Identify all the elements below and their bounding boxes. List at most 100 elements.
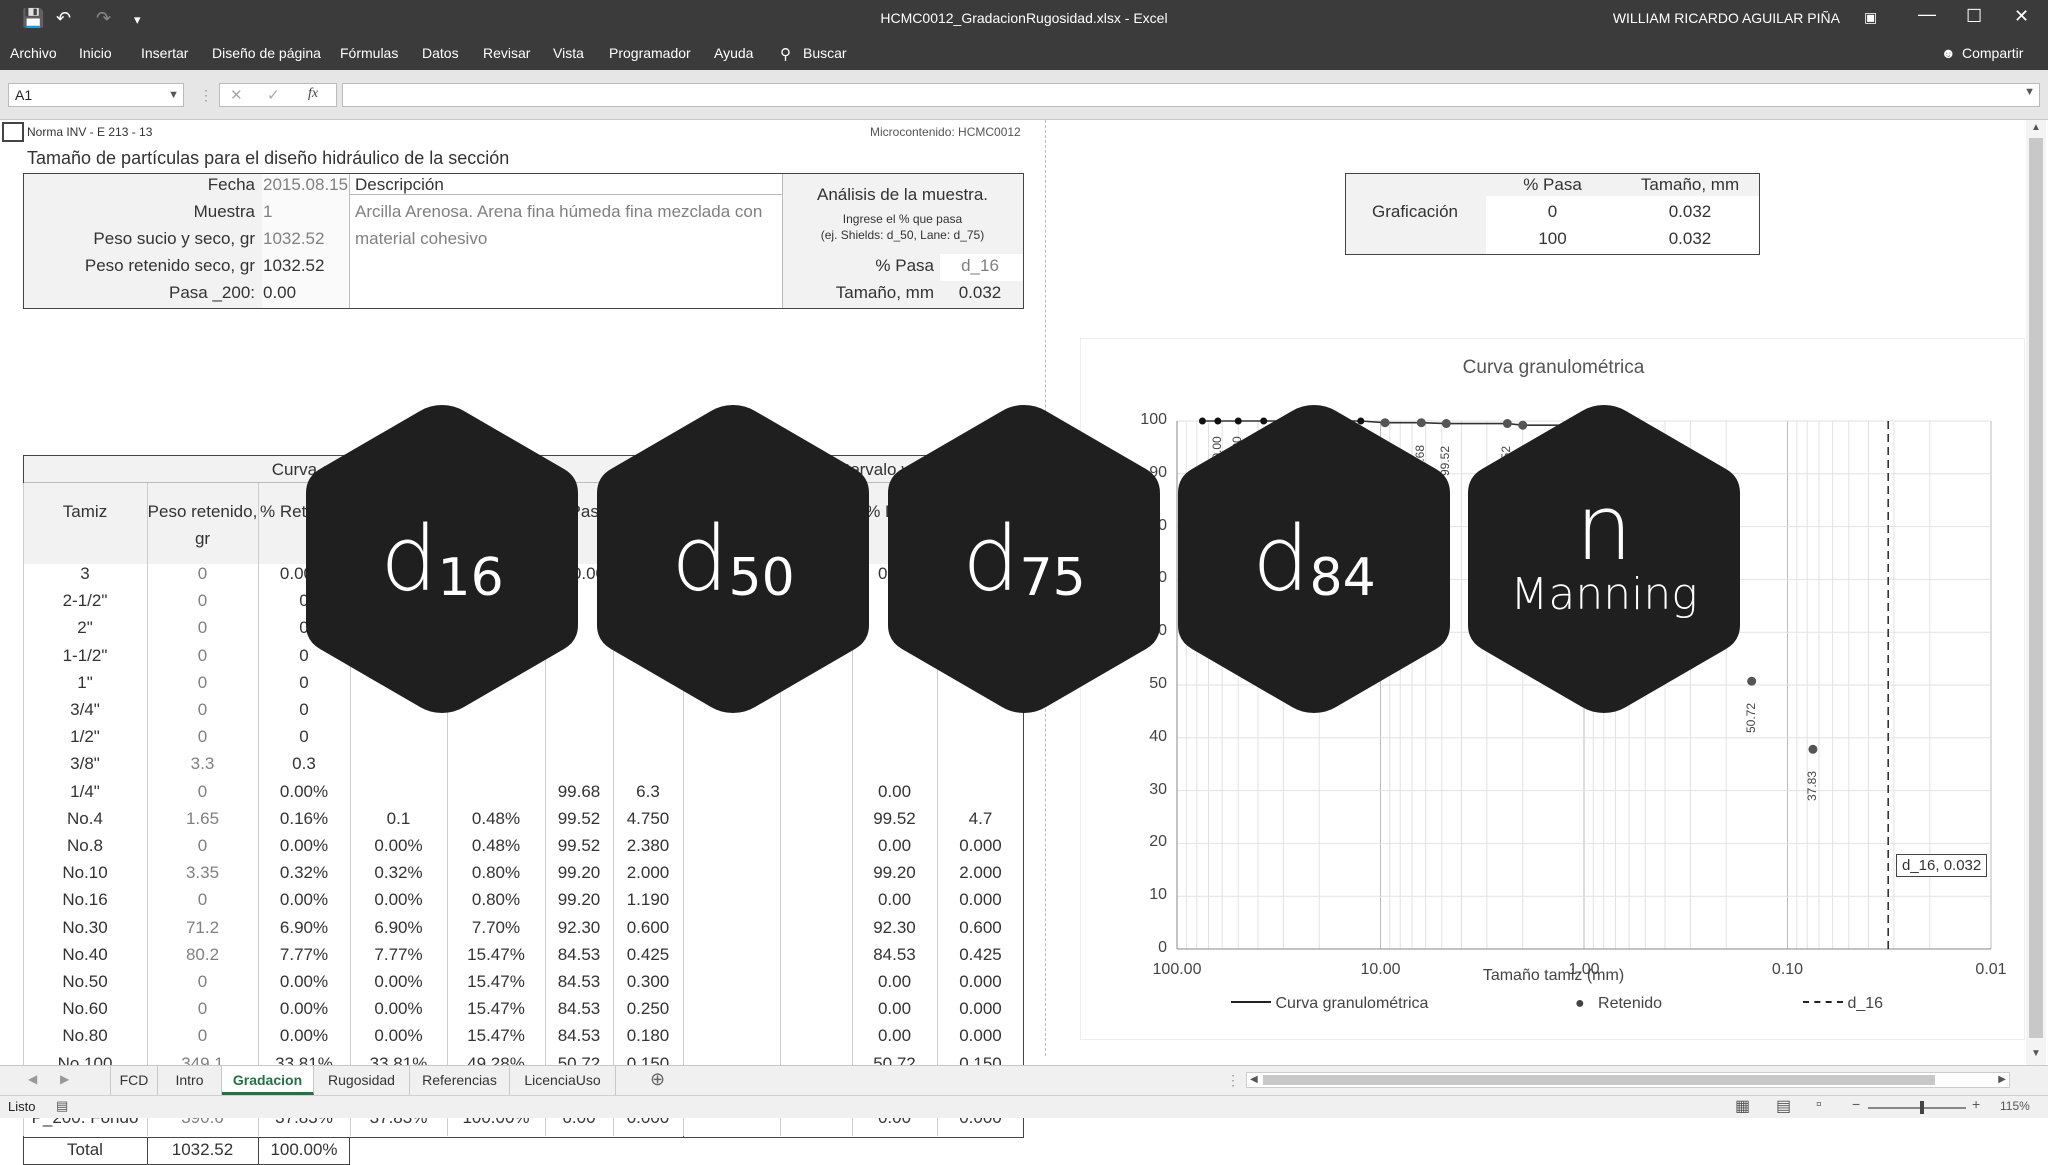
page-break-view-icon[interactable]: ▫ <box>1816 1096 1822 1114</box>
muestra-value[interactable]: 1 <box>263 202 272 222</box>
sheet-tab-intro[interactable]: Intro <box>158 1066 222 1095</box>
table-cell[interactable]: 3/8" <box>23 754 147 774</box>
h-scroll-thumb[interactable] <box>1263 1075 1935 1085</box>
scroll-down-icon[interactable]: ▼ <box>2031 1048 2041 1059</box>
table-cell[interactable]: 0 <box>147 646 258 666</box>
table-cell[interactable]: 0 <box>147 591 258 611</box>
table-cell[interactable]: No.40 <box>23 945 147 965</box>
table-cell[interactable]: 4.7 <box>937 809 1024 829</box>
table-cell[interactable]: 0 <box>147 618 258 638</box>
table-cell[interactable]: 15.47% <box>447 972 545 992</box>
expand-formula-icon[interactable]: ▼ <box>2024 86 2035 98</box>
table-cell[interactable]: 0.000 <box>937 972 1024 992</box>
table-cell[interactable]: 0.00 <box>852 972 937 992</box>
zoom-slider-thumb[interactable] <box>1920 1101 1924 1114</box>
normal-view-icon[interactable]: ▦ <box>1735 1096 1750 1116</box>
table-cell[interactable]: 0.3 <box>258 754 350 774</box>
pasa-input[interactable]: d_16 <box>940 256 1020 276</box>
desc-line-1[interactable]: Arcilla Arenosa. Arena fina húmeda fina … <box>355 202 762 222</box>
table-cell[interactable]: 71.2 <box>147 918 258 938</box>
table-cell[interactable]: 0.80% <box>447 863 545 883</box>
zoom-in-icon[interactable]: + <box>1972 1096 1980 1112</box>
table-cell[interactable]: 0 <box>147 564 258 584</box>
sheet-tab-licenciauso[interactable]: LicenciaUso <box>510 1066 616 1095</box>
table-cell[interactable]: 6.90% <box>350 918 447 938</box>
table-cell[interactable]: 3.35 <box>147 863 258 883</box>
table-cell[interactable]: 99.20 <box>545 863 613 883</box>
scroll-right-icon[interactable]: ▶ <box>1998 1074 2006 1085</box>
table-cell[interactable]: 0.00 <box>852 1026 937 1046</box>
table-cell[interactable]: 6.3 <box>613 782 683 802</box>
total-cell[interactable]: Total <box>23 1140 147 1160</box>
sheet-tab-referencias[interactable]: Referencias <box>410 1066 510 1095</box>
table-cell[interactable]: 0.00 <box>852 890 937 910</box>
table-cell[interactable]: 0.000 <box>937 836 1024 856</box>
horizontal-scrollbar[interactable]: ◀ ▶ <box>1246 1072 2010 1088</box>
peso-sucio-value[interactable]: 1032.52 <box>263 229 324 249</box>
table-cell[interactable]: 99.52 <box>852 809 937 829</box>
table-cell[interactable]: 2.380 <box>613 836 683 856</box>
table-cell[interactable]: No.10 <box>23 863 147 883</box>
sheet-tab-fcd[interactable]: FCD <box>110 1066 158 1095</box>
table-cell[interactable]: 99.52 <box>545 809 613 829</box>
table-cell[interactable]: 1/2" <box>23 727 147 747</box>
tab-archivo[interactable]: Archivo <box>10 45 57 61</box>
table-cell[interactable]: No.8 <box>23 836 147 856</box>
table-cell[interactable]: 0 <box>147 890 258 910</box>
scroll-left-icon[interactable]: ◀ <box>1250 1074 1258 1085</box>
name-box[interactable]: A1 ▼ <box>8 83 184 107</box>
zoom-slider[interactable] <box>1868 1107 1966 1109</box>
minimize-icon[interactable]: — <box>1918 4 1936 25</box>
table-cell[interactable]: 0.00% <box>258 836 350 856</box>
worksheet[interactable]: Norma INV - E 213 - 13 Microcontenido: H… <box>0 120 2048 1165</box>
total-cell[interactable]: 100.00% <box>258 1140 350 1160</box>
table-cell[interactable]: 0.32% <box>258 863 350 883</box>
table-cell[interactable]: 0.00% <box>258 782 350 802</box>
table-cell[interactable]: 0 <box>147 673 258 693</box>
table-cell[interactable]: 84.53 <box>545 1026 613 1046</box>
table-cell[interactable]: 99.20 <box>852 863 937 883</box>
tab-programador[interactable]: Programador <box>609 45 691 61</box>
tab-diseno[interactable]: Diseño de página <box>212 45 321 61</box>
ribbon-display-icon[interactable]: ▣ <box>1864 9 1877 26</box>
add-sheet-icon[interactable]: ⊕ <box>650 1069 665 1090</box>
table-cell[interactable]: No.60 <box>23 999 147 1019</box>
prev-sheet-icon[interactable]: ◀ <box>28 1072 37 1086</box>
table-cell[interactable]: 0.000 <box>937 999 1024 1019</box>
total-cell[interactable]: 1032.52 <box>147 1140 258 1160</box>
table-cell[interactable]: 0.600 <box>937 918 1024 938</box>
search-icon[interactable]: ⚲ <box>780 45 791 63</box>
table-cell[interactable]: 2" <box>23 618 147 638</box>
table-cell[interactable]: 84.53 <box>852 945 937 965</box>
table-cell[interactable]: 0 <box>147 727 258 747</box>
chevron-down-icon[interactable]: ▼ <box>168 84 179 106</box>
table-cell[interactable]: 92.30 <box>852 918 937 938</box>
function-icon[interactable]: fx <box>308 86 318 102</box>
table-cell[interactable]: 0.48% <box>447 836 545 856</box>
cancel-icon[interactable]: ✕ <box>230 86 243 104</box>
table-cell[interactable]: 0.300 <box>613 972 683 992</box>
table-cell[interactable]: 3.3 <box>147 754 258 774</box>
table-cell[interactable]: 0.600 <box>613 918 683 938</box>
pasa200-value[interactable]: 0.00 <box>263 283 296 303</box>
table-cell[interactable]: 0.425 <box>937 945 1024 965</box>
tab-ayuda[interactable]: Ayuda <box>714 45 753 61</box>
tab-vista[interactable]: Vista <box>553 45 584 61</box>
tab-insertar[interactable]: Insertar <box>141 45 188 61</box>
table-cell[interactable]: 0.1 <box>350 809 447 829</box>
table-cell[interactable]: 99.20 <box>545 890 613 910</box>
tab-revisar[interactable]: Revisar <box>483 45 530 61</box>
table-cell[interactable]: 0.000 <box>937 1026 1024 1046</box>
table-cell[interactable]: 0.00% <box>258 999 350 1019</box>
table-cell[interactable]: 1-1/2" <box>23 646 147 666</box>
table-cell[interactable]: 0.16% <box>258 809 350 829</box>
table-cell[interactable]: 0.00% <box>258 972 350 992</box>
table-cell[interactable]: 0.00 <box>852 999 937 1019</box>
selected-cell-a1[interactable] <box>2 122 24 142</box>
table-cell[interactable]: 1.190 <box>613 890 683 910</box>
table-cell[interactable]: 0.00 <box>852 782 937 802</box>
table-cell[interactable]: 3/4" <box>23 700 147 720</box>
table-cell[interactable]: 0.250 <box>613 999 683 1019</box>
tab-inicio[interactable]: Inicio <box>79 45 112 61</box>
page-layout-icon[interactable]: ▤ <box>1776 1096 1791 1116</box>
